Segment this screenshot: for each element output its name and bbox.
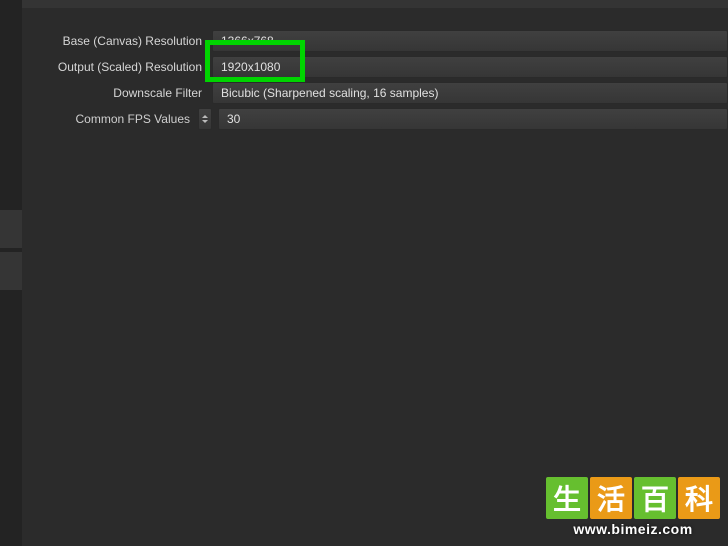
top-bar	[22, 0, 728, 8]
sidebar-spacer	[0, 210, 22, 248]
value-fps: 30	[227, 112, 240, 126]
chevron-down-icon	[202, 120, 208, 123]
row-output-resolution: Output (Scaled) Resolution 1920x1080	[22, 54, 728, 80]
value-downscale-filter: Bicubic (Sharpened scaling, 16 samples)	[221, 86, 438, 100]
chevron-up-icon	[202, 115, 208, 118]
row-fps: Common FPS Values 30	[22, 106, 728, 132]
label-fps-type: Common FPS Values	[76, 112, 195, 126]
label-output-resolution: Output (Scaled) Resolution	[22, 60, 212, 74]
label-base-resolution: Base (Canvas) Resolution	[22, 34, 212, 48]
sidebar-spacer	[0, 252, 22, 290]
fps-type-stepper[interactable]	[198, 108, 212, 130]
row-downscale-filter: Downscale Filter Bicubic (Sharpened scal…	[22, 80, 728, 106]
field-fps-value[interactable]: 30	[218, 108, 728, 130]
field-base-resolution[interactable]: 1366x768	[212, 30, 728, 52]
label-downscale-filter: Downscale Filter	[22, 86, 212, 100]
field-output-resolution[interactable]: 1920x1080	[212, 56, 728, 78]
field-downscale-filter[interactable]: Bicubic (Sharpened scaling, 16 samples)	[212, 82, 728, 104]
row-base-resolution: Base (Canvas) Resolution 1366x768	[22, 28, 728, 54]
value-base-resolution: 1366x768	[221, 34, 274, 48]
left-sidebar	[0, 0, 22, 546]
value-output-resolution: 1920x1080	[221, 60, 280, 74]
video-settings-panel: Base (Canvas) Resolution 1366x768 Output…	[22, 20, 728, 546]
